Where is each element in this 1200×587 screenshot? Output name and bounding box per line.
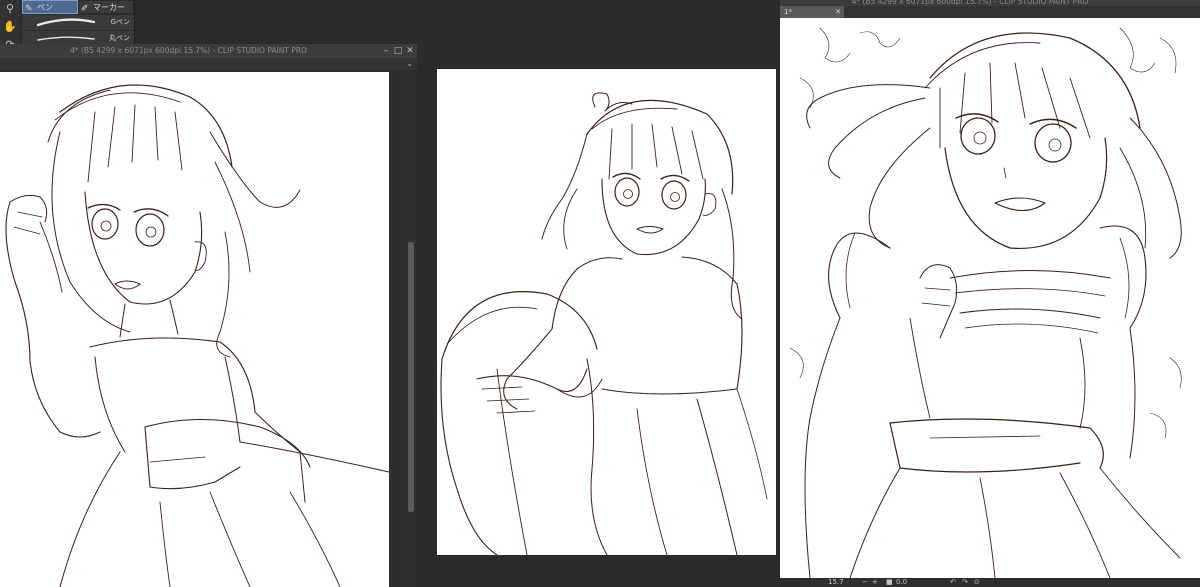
tab-marker[interactable]: ✐ マーカー <box>78 0 134 14</box>
minimize-icon[interactable]: – <box>381 44 391 58</box>
document-tab-label: 1* <box>784 8 792 16</box>
tab-marker-label: マーカー <box>93 3 125 12</box>
brush-label: 丸ペン <box>109 34 130 42</box>
tab-pen-label: ペン <box>37 3 53 12</box>
status-bar: 15.7 − + ■ 0.0 ↶ ↷ ⊙ <box>800 578 1200 587</box>
hand-icon[interactable]: ✋ <box>3 20 17 34</box>
tab-pen[interactable]: ✎ ペン <box>22 0 78 14</box>
subtool-palette: ✎ ペン ✐ マーカー Gペン 丸ペン <box>22 0 135 46</box>
rotation-value[interactable]: 0.0 <box>896 578 907 587</box>
chevron-down-icon[interactable]: ⌄ <box>406 58 413 70</box>
canvas-right[interactable] <box>780 18 1200 578</box>
scrollbar-thumb[interactable] <box>408 242 414 512</box>
close-icon[interactable]: ✕ <box>835 6 841 18</box>
right-window-tabbar: 1* ✕ <box>780 6 1200 18</box>
vertical-scrollbar[interactable] <box>406 72 416 587</box>
maximize-icon[interactable]: □ <box>393 44 403 58</box>
document-tab[interactable]: 1* ✕ <box>780 6 844 18</box>
canvas-middle[interactable] <box>437 69 776 555</box>
brush-stroke-preview <box>36 18 96 27</box>
close-icon[interactable]: ✕ <box>405 44 415 58</box>
brush-item-g-pen[interactable]: Gペン <box>22 14 134 30</box>
canvas-left[interactable] <box>0 72 389 587</box>
rotate-left-icon[interactable]: ↶ <box>950 578 956 587</box>
left-window-tabbar: ⌄ <box>0 58 417 70</box>
rotate-right-icon[interactable]: ↷ <box>962 578 968 587</box>
reset-rotation-icon[interactable]: ⊙ <box>974 578 980 587</box>
zoom-out-icon[interactable]: − <box>862 578 868 587</box>
left-window-titlebar[interactable]: 4* (B5 4299 x 6071px 600dpi 15.7%) - CLI… <box>0 44 417 58</box>
sketch-girl-hugging-knee <box>440 92 768 555</box>
sketch-girl-hand-in-hair <box>5 84 389 587</box>
sketch-girl-lying-down <box>789 27 1182 578</box>
fit-icon[interactable]: ■ <box>886 578 893 587</box>
zoom-value[interactable]: 15.7 <box>828 578 844 587</box>
brush-label: Gペン <box>110 18 130 26</box>
magnifier-icon[interactable]: ⚲ <box>3 2 17 16</box>
zoom-in-icon[interactable]: + <box>872 578 878 587</box>
window-title: 4* (B5 4299 x 6071px 600dpi 15.7%) - CLI… <box>70 46 307 55</box>
brush-stroke-preview <box>37 36 95 41</box>
